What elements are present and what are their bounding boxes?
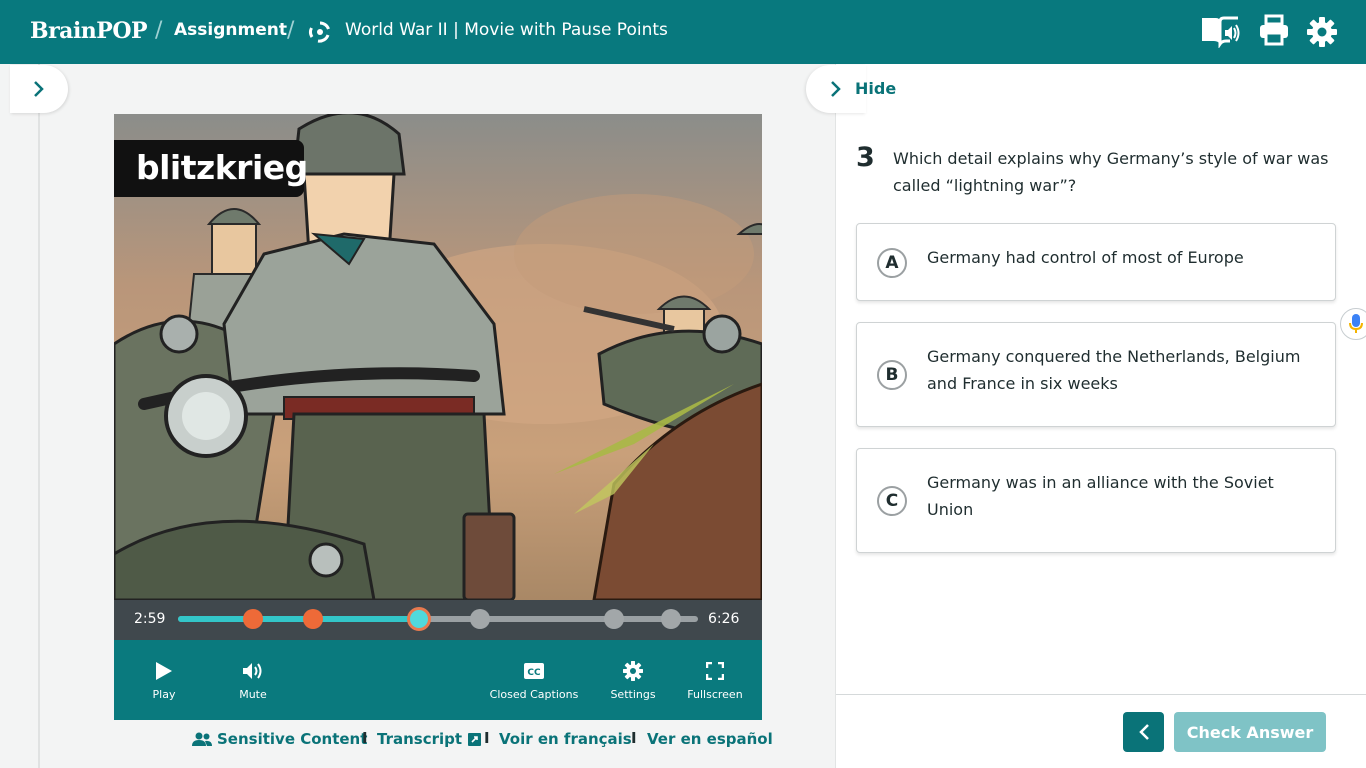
option-letter: B [877,360,907,390]
video-title-card: blitzkrieg [114,140,308,197]
chevron-left-icon [1138,724,1149,740]
gear-icon [623,661,643,681]
french-link[interactable]: Voir en français [499,730,632,748]
option-letter: A [877,248,907,278]
option-text: Germany was in an alliance with the Sovi… [927,473,1274,519]
link-separator: I [631,729,637,747]
brainpop-logo[interactable]: BrainPOP [30,18,148,44]
voice-input-button[interactable] [1340,308,1366,340]
pane-divider [835,64,836,768]
transcript-link[interactable]: Transcript [377,730,482,748]
fullscreen-button[interactable]: Fullscreen [684,660,746,701]
link-separator: I [484,729,490,747]
external-link-icon [468,732,482,746]
option-letter: C [877,486,907,516]
pause-point-upcoming[interactable] [469,609,490,629]
answer-option-c[interactable]: C Germany was in an alliance with the So… [856,448,1336,553]
print-icon[interactable] [1259,14,1289,50]
option-text: Germany conquered the Netherlands, Belgi… [927,347,1301,393]
people-icon [192,732,212,746]
check-answer-button[interactable]: Check Answer [1174,712,1326,752]
total-time: 6:26 [708,611,740,627]
breadcrumb-separator: / [155,18,163,43]
fullscreen-icon [706,662,724,680]
question-number: 3 [856,142,875,173]
spanish-link[interactable]: Ver en español [647,730,773,748]
play-button[interactable]: Play [140,660,188,701]
play-label: Play [152,688,176,701]
hide-label[interactable]: Hide [855,79,896,98]
pause-point-upcoming[interactable] [603,609,624,629]
play-icon [156,662,172,680]
question-text: Which detail explains why Germany’s styl… [893,149,1329,195]
option-text: Germany had control of most of Europe [927,248,1244,267]
breadcrumb-separator: / [287,18,295,43]
video-settings-label: Settings [610,688,656,701]
progress-fill [178,616,420,622]
pause-point-upcoming[interactable] [660,609,681,629]
collapsed-sidebar-edge [38,64,40,768]
video-controls-bar [114,640,762,720]
read-aloud-icon[interactable] [1200,14,1242,52]
current-time: 2:59 [134,611,166,627]
link-separator: I [362,729,368,747]
movie-reel-icon [308,20,332,44]
answer-option-b[interactable]: B Germany conquered the Netherlands, Bel… [856,322,1336,427]
microphone-icon [1349,314,1363,333]
chevron-right-icon [34,81,44,97]
mute-button[interactable]: Mute [229,660,277,701]
previous-button[interactable] [1123,712,1164,752]
chevron-right-icon [831,81,841,97]
closed-captions-button[interactable]: CC Closed Captions [488,660,580,701]
transcript-label: Transcript [377,730,463,748]
closed-captions-label: Closed Captions [489,688,579,701]
expand-sidebar-button[interactable] [10,65,68,113]
answer-option-a[interactable]: A Germany had control of most of Europe [856,223,1336,301]
fullscreen-label: Fullscreen [687,688,743,701]
video-settings-button[interactable]: Settings [606,660,660,701]
breadcrumb-assignment[interactable]: Assignment [174,20,287,40]
footer-divider [836,694,1366,695]
svg-text:CC: CC [527,668,541,678]
sensitive-content-link[interactable]: Sensitive Content [192,730,367,748]
settings-gear-icon[interactable] [1307,17,1337,51]
mute-label: Mute [239,688,267,701]
closed-captions-icon: CC [524,663,544,679]
page-title: World War II | Movie with Pause Points [345,20,668,40]
sensitive-content-label: Sensitive Content [217,730,368,748]
volume-icon [243,663,262,679]
